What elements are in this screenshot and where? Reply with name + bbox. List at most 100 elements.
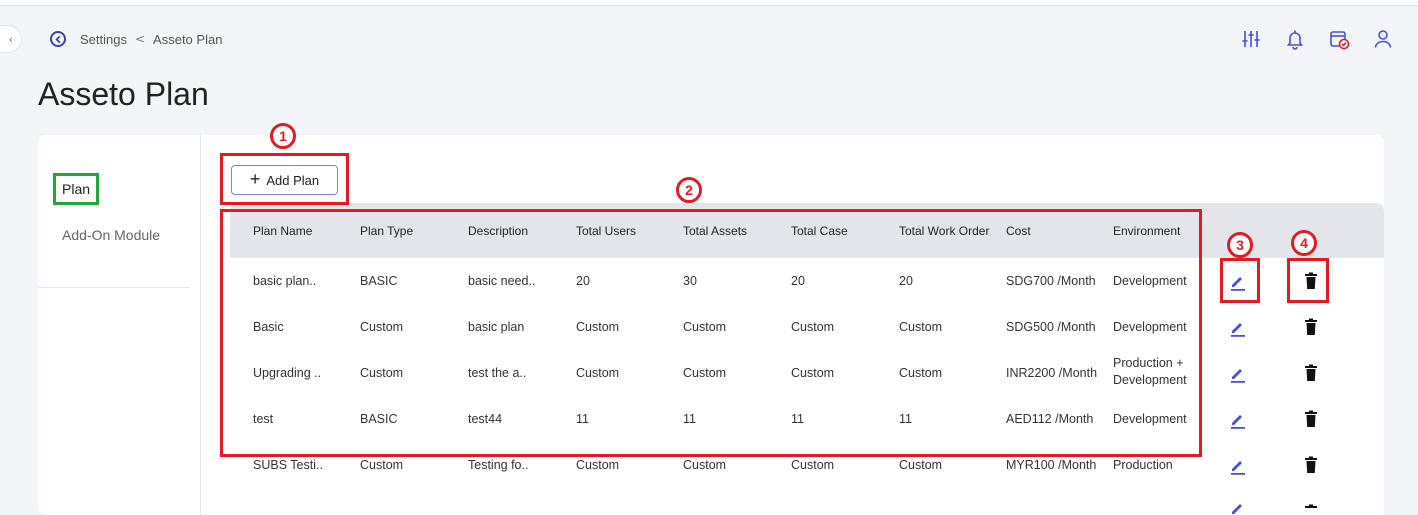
cell-total-assets: Custom xyxy=(683,458,727,472)
cell-plan-name: SUBS Testi.. xyxy=(253,458,323,472)
cell-description: test the a.. xyxy=(468,366,527,380)
trash-icon[interactable] xyxy=(1301,271,1321,291)
trash-icon[interactable] xyxy=(1301,498,1321,515)
breadcrumb-current: Asseto Plan xyxy=(153,31,223,47)
cell-cost: MYR100 /Month xyxy=(1006,458,1097,472)
cell-plan-name: test xyxy=(253,412,274,426)
table-row: basic plan.. BASIC basic need.. 20 30 20… xyxy=(230,258,1384,305)
breadcrumb-settings[interactable]: Settings xyxy=(80,32,127,47)
cell-plan-name: basic plan.. xyxy=(253,274,317,288)
breadcrumb: Settings < Asseto Plan xyxy=(50,31,222,47)
cell-plan-type: Custom xyxy=(360,458,404,472)
sidebar-item-add-on-module[interactable]: Add-On Module xyxy=(62,227,160,243)
cell-total-users: Custom xyxy=(576,458,620,472)
cell-cost: SDG700 /Month xyxy=(1006,274,1096,288)
annotation-marker: 4 xyxy=(1291,230,1317,256)
cell-total-assets: Custom xyxy=(683,366,727,380)
cell-plan-name: Upgrading .. xyxy=(253,366,322,380)
cell-plan-name: Basic xyxy=(253,320,284,334)
cell-description: test44 xyxy=(468,412,503,426)
sidebar-divider xyxy=(38,287,190,288)
chevron-left-icon: ‹ xyxy=(8,32,13,46)
edit-icon[interactable] xyxy=(1228,498,1248,515)
table-row xyxy=(230,488,1384,515)
column-header: Total Case xyxy=(791,224,848,238)
annotation-marker: 2 xyxy=(676,177,702,203)
table-row: SUBS Testi.. Custom Testing fo.. Custom … xyxy=(230,442,1384,489)
back-icon[interactable] xyxy=(50,31,66,47)
edit-icon[interactable] xyxy=(1228,271,1248,291)
cell-plan-type: BASIC xyxy=(360,412,398,426)
table-header: Plan Name Plan Type Description Total Us… xyxy=(230,203,1384,258)
add-plan-label: Add Plan xyxy=(266,172,320,188)
cell-environment: Development xyxy=(1113,412,1187,426)
cell-total-work-order: 11 xyxy=(899,412,912,426)
table-row: test BASIC test44 11 11 11 11 AED112 /Mo… xyxy=(230,396,1384,443)
column-header: Environment xyxy=(1113,224,1181,238)
cell-environment: Development xyxy=(1113,320,1187,334)
cell-total-users: 11 xyxy=(576,412,589,426)
cell-total-work-order: Custom xyxy=(899,458,943,472)
column-header: Cost xyxy=(1006,224,1031,238)
column-header: Plan Type xyxy=(360,224,414,238)
edit-icon[interactable] xyxy=(1228,317,1248,337)
page-title: Asseto Plan xyxy=(38,76,209,112)
cell-description: basic need.. xyxy=(468,274,536,288)
cell-plan-type: Custom xyxy=(360,366,404,380)
sliders-icon[interactable] xyxy=(1240,28,1262,50)
cell-description: basic plan xyxy=(468,320,525,334)
trash-icon[interactable] xyxy=(1301,363,1321,383)
plus-icon: + xyxy=(249,169,261,189)
cell-environment: Development xyxy=(1113,274,1187,288)
cell-total-case: Custom xyxy=(791,458,835,472)
cell-total-work-order: Custom xyxy=(899,366,943,380)
column-header: Total Users xyxy=(576,224,637,238)
cell-total-assets: Custom xyxy=(683,320,727,334)
edit-icon[interactable] xyxy=(1228,363,1248,383)
bell-icon[interactable] xyxy=(1284,28,1306,50)
cell-plan-type: BASIC xyxy=(360,274,398,288)
plan-card: Plan Add-On Module + Add Plan Plan Name … xyxy=(38,135,1384,515)
cell-total-users: Custom xyxy=(576,320,620,334)
annotation-marker: 3 xyxy=(1227,232,1253,258)
table-row: Upgrading .. Custom test the a.. Custom … xyxy=(230,350,1384,397)
cell-total-case: Custom xyxy=(791,366,835,380)
cell-total-case: Custom xyxy=(791,320,835,334)
cell-description: Testing fo.. xyxy=(468,458,529,472)
column-header: Description xyxy=(468,224,529,238)
cell-cost: AED112 /Month xyxy=(1006,412,1094,426)
column-header: Total Assets xyxy=(683,224,748,238)
cell-total-assets: 30 xyxy=(683,274,697,288)
add-plan-button[interactable]: + Add Plan xyxy=(231,165,338,195)
cell-total-work-order: 20 xyxy=(899,274,913,288)
user-icon[interactable] xyxy=(1372,28,1394,50)
cell-environment: Production xyxy=(1113,458,1173,472)
cell-total-assets: 11 xyxy=(683,412,696,426)
cell-total-users: 20 xyxy=(576,274,590,288)
cell-environment: Production + Development xyxy=(1113,356,1187,387)
edit-icon[interactable] xyxy=(1228,409,1248,429)
cell-cost: SDG500 /Month xyxy=(1006,320,1096,334)
trash-icon[interactable] xyxy=(1301,317,1321,337)
sidebar-collapse-button[interactable]: ‹ xyxy=(0,25,22,53)
annotation-marker: 1 xyxy=(270,123,296,149)
top-border xyxy=(0,0,1418,6)
column-header: Total Work Order xyxy=(899,224,990,238)
column-header: Plan Name xyxy=(253,224,313,238)
plans-table: Plan Name Plan Type Description Total Us… xyxy=(230,203,1384,515)
cell-total-users: Custom xyxy=(576,366,620,380)
breadcrumb-separator: < xyxy=(134,32,146,46)
header-actions xyxy=(1240,28,1394,50)
cell-total-work-order: Custom xyxy=(899,320,943,334)
sidebar-item-plan[interactable]: Plan xyxy=(53,173,100,205)
trash-icon[interactable] xyxy=(1301,455,1321,475)
table-row: Basic Custom basic plan Custom Custom Cu… xyxy=(230,304,1384,351)
cell-plan-type: Custom xyxy=(360,320,404,334)
cell-total-case: 11 xyxy=(791,412,804,426)
trash-icon[interactable] xyxy=(1301,409,1321,429)
cell-cost: INR2200 /Month xyxy=(1006,366,1098,380)
calendar-check-icon[interactable] xyxy=(1328,28,1350,50)
cell-total-case: 20 xyxy=(791,274,805,288)
edit-icon[interactable] xyxy=(1228,455,1248,475)
sidebar: Plan Add-On Module xyxy=(38,135,201,515)
